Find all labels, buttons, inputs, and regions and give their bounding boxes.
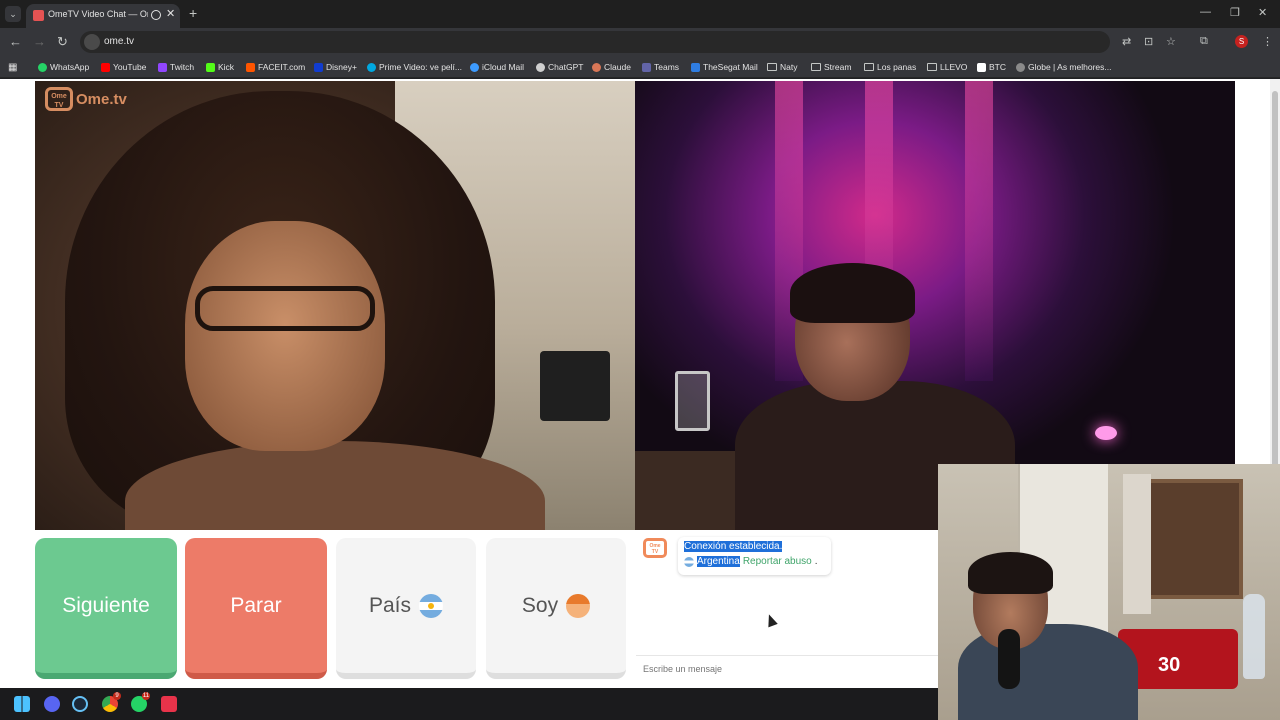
ometv-chat-logo-icon: Ome TV — [643, 538, 667, 558]
steam-icon[interactable] — [72, 696, 88, 712]
webcam-curtain — [1123, 474, 1151, 614]
kebab-menu-icon[interactable]: ⋮ — [1262, 35, 1273, 48]
bookmark-claude[interactable]: Claude — [592, 60, 631, 74]
video-appliance — [540, 351, 610, 421]
ometv-logo: Ome TV Ome.tv — [45, 87, 127, 111]
connection-status-text: Conexión establecida. — [684, 541, 783, 552]
flag-argentina-icon — [419, 593, 444, 618]
webcam-window — [1143, 479, 1243, 599]
new-tab-button[interactable]: + — [189, 5, 197, 21]
favicon-icon — [33, 10, 44, 21]
browser-toolbar: ← → ↻ ome.tv ⇄ ⊡ ☆ ⧉ S ⋮ — [0, 28, 1280, 56]
bookmark-youtube[interactable]: YouTube — [101, 60, 146, 74]
stranger-country: Argentina — [697, 556, 740, 567]
star-icon[interactable]: ☆ — [1166, 35, 1176, 48]
video-mug — [675, 371, 710, 431]
stop-button[interactable]: Parar — [185, 538, 327, 679]
report-abuse-link[interactable]: Reportar abuso — [743, 556, 812, 567]
tab-title: OmeTV Video Chat — Ome — [48, 9, 148, 19]
gender-label: Soy — [521, 593, 559, 617]
bookmark-thesegat-mail[interactable]: TheSegat Mail — [691, 60, 758, 74]
address-bar[interactable]: ome.tv — [80, 31, 1110, 53]
bookmarks-bar: ▦ WhatsApp YouTube Twitch Kick FACEIT.co… — [0, 56, 1280, 78]
whatsapp-badge: 11 — [142, 692, 150, 700]
bookmark-twitch[interactable]: Twitch — [158, 60, 194, 74]
profile-avatar[interactable]: S — [1235, 35, 1248, 48]
folder-icon — [927, 63, 937, 71]
back-arrow-icon[interactable]: ← — [9, 34, 22, 49]
forward-arrow-icon[interactable]: → — [33, 34, 46, 49]
stop-label: Parar — [230, 593, 282, 617]
folder-icon — [767, 63, 777, 71]
folder-icon — [864, 63, 874, 71]
bookmark-globe[interactable]: Globe | As melhores... — [1016, 60, 1111, 74]
app-icon[interactable] — [161, 696, 177, 712]
close-window-button[interactable]: ✕ — [1258, 6, 1267, 19]
record-icon — [151, 10, 161, 20]
country-button[interactable]: País — [336, 538, 476, 679]
bookmark-chatgpt[interactable]: ChatGPT — [536, 60, 583, 74]
chat-panel: Ome TV Conexión establecida. Argentina R… — [636, 530, 939, 681]
bookmark-icloud-mail[interactable]: iCloud Mail — [470, 60, 524, 74]
logo-tv-icon: Ome TV — [45, 87, 73, 111]
next-label: Siguiente — [62, 593, 150, 617]
extensions-icon[interactable]: ⧉ — [1200, 35, 1208, 48]
folder-icon — [811, 63, 821, 71]
install-icon[interactable]: ⊡ — [1144, 35, 1153, 48]
tab-list-icon[interactable]: ⌄ — [5, 6, 21, 22]
bookmark-kick[interactable]: Kick — [206, 60, 234, 74]
windows-taskbar: 9 11 — [0, 688, 938, 720]
mouse-cursor-icon — [764, 612, 778, 628]
site-info-icon[interactable] — [84, 34, 100, 50]
tab-strip: ⌄ OmeTV Video Chat — Ome ✕ + — ❐ ✕ — [0, 0, 1280, 28]
apps-grid-icon[interactable]: ▦ — [8, 60, 17, 74]
restore-button[interactable]: ❐ — [1230, 6, 1240, 19]
bookmark-prime-video[interactable]: Prime Video: ve pelí... — [367, 60, 462, 74]
chrome-badge: 9 — [113, 692, 121, 700]
curtain-highlight — [965, 81, 993, 381]
minimize-button[interactable]: — — [1200, 6, 1211, 18]
bookmark-folder-los-panas[interactable]: Los panas — [864, 60, 916, 74]
tab-close-button[interactable]: ✕ — [166, 7, 175, 20]
translate-icon[interactable]: ⇄ — [1122, 35, 1131, 48]
video-person-face — [185, 221, 385, 451]
bookmark-whatsapp[interactable]: WhatsApp — [38, 60, 89, 74]
webcam-bottle — [1243, 594, 1265, 679]
stranger-video: Ome TV Ome.tv — [35, 81, 635, 530]
webcam-person-hair — [968, 552, 1053, 594]
bookmark-folder-naty[interactable]: Naty — [767, 60, 797, 74]
chat-message-input[interactable] — [636, 655, 939, 681]
system-message: Conexión establecida. Argentina Reportar… — [678, 537, 831, 575]
next-button[interactable]: Siguiente — [35, 538, 177, 679]
bookmark-faceit[interactable]: FACEIT.com — [246, 60, 305, 74]
flag-argentina-icon — [684, 556, 694, 567]
bookmark-disney[interactable]: Disney+ — [314, 60, 357, 74]
video-person-glasses — [195, 286, 375, 331]
video-person-hair — [790, 263, 915, 323]
bookmark-folder-stream[interactable]: Stream — [811, 60, 851, 74]
country-label: País — [368, 593, 412, 617]
windows-start-icon[interactable] — [14, 696, 30, 712]
boy-emoji-icon — [566, 593, 591, 618]
video-lamp — [1095, 426, 1117, 440]
bookmark-folder-llevo[interactable]: LLEVO — [927, 60, 967, 74]
streamer-webcam-overlay: 30 — [938, 464, 1280, 720]
url-text: ome.tv — [104, 36, 135, 47]
tab-ometv[interactable]: OmeTV Video Chat — Ome ✕ — [26, 4, 180, 28]
reload-icon[interactable]: ↻ — [57, 34, 68, 50]
jersey-number: 30 — [1158, 654, 1181, 676]
discord-icon[interactable] — [44, 696, 60, 712]
gender-button[interactable]: Soy — [486, 538, 626, 679]
logo-text: Ome.tv — [76, 90, 127, 108]
bookmark-btc[interactable]: BTC — [977, 60, 1006, 74]
self-video — [635, 81, 1235, 530]
bookmark-teams[interactable]: Teams — [642, 60, 679, 74]
microphone-icon — [998, 629, 1020, 689]
